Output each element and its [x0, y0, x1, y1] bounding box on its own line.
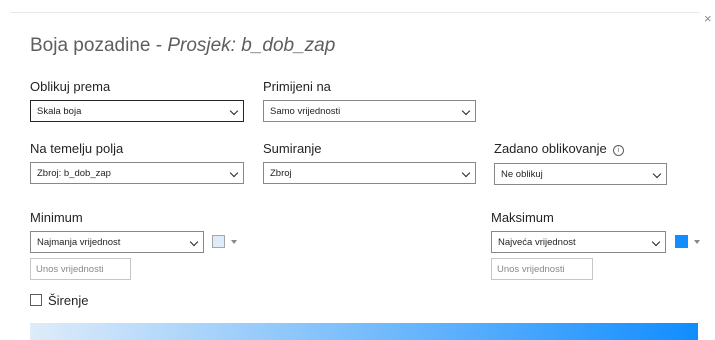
- default-formatting-label: Zadano oblikovanje i: [494, 141, 624, 156]
- minimum-type-dropdown[interactable]: Najmanja vrijednost: [30, 231, 204, 253]
- chevron-down-icon: [189, 237, 199, 247]
- default-formatting-dropdown[interactable]: Ne oblikuj: [494, 163, 667, 185]
- default-formatting-label-text: Zadano oblikovanje: [494, 141, 607, 156]
- diverging-checkbox[interactable]: [30, 294, 42, 306]
- apply-to-value: Samo vrijednosti: [270, 105, 341, 117]
- chevron-down-icon: [461, 106, 471, 116]
- minimum-type-value: Najmanja vrijednost: [37, 236, 121, 248]
- info-icon[interactable]: i: [612, 145, 624, 156]
- minimum-label: Minimum: [30, 210, 83, 225]
- chevron-down-icon: [229, 168, 239, 178]
- maximum-type-value: Najveća vrijednost: [498, 236, 576, 248]
- minimum-color-picker[interactable]: [212, 234, 242, 252]
- maximum-label: Maksimum: [491, 210, 554, 225]
- chevron-down-icon: [652, 169, 662, 179]
- based-on-field-value: Zbroj: b_dob_zap: [37, 167, 111, 179]
- chevron-down-icon: [651, 237, 661, 247]
- summarization-value: Zbroj: [270, 167, 292, 179]
- dialog-top-border: [10, 12, 700, 13]
- format-by-label: Oblikuj prema: [30, 79, 111, 94]
- summarization-dropdown[interactable]: Zbroj: [263, 162, 476, 184]
- maximum-value-input[interactable]: Unos vrijednosti: [491, 258, 593, 280]
- dialog-title-prefix: Boja pozadine -: [30, 35, 168, 56]
- diverging-label: Širenje: [48, 293, 89, 308]
- maximum-type-dropdown[interactable]: Najveća vrijednost: [491, 231, 666, 253]
- apply-to-label: Primijeni na: [263, 79, 331, 94]
- chevron-down-icon: [461, 168, 471, 178]
- default-formatting-value: Ne oblikuj: [501, 168, 543, 180]
- format-by-dropdown[interactable]: Skala boja: [30, 100, 244, 122]
- color-scale-preview: [30, 323, 698, 340]
- based-on-field-label: Na temelju polja: [30, 141, 124, 156]
- dialog-title: Boja pozadine - Prosjek: b_dob_zap: [30, 35, 335, 57]
- minimum-value-input[interactable]: Unos vrijednosti: [30, 258, 131, 280]
- maximum-color-picker[interactable]: [675, 234, 705, 252]
- chevron-down-icon: [229, 106, 239, 116]
- maximum-color-swatch: [675, 235, 688, 248]
- dialog-title-measure: Prosjek: b_dob_zap: [167, 35, 336, 56]
- format-by-value: Skala boja: [37, 105, 82, 117]
- caret-down-icon: [231, 240, 237, 244]
- apply-to-dropdown[interactable]: Samo vrijednosti: [263, 100, 476, 122]
- minimum-color-swatch: [212, 235, 225, 248]
- summarization-label: Sumiranje: [263, 141, 322, 156]
- close-icon[interactable]: ×: [704, 12, 712, 25]
- based-on-field-dropdown[interactable]: Zbroj: b_dob_zap: [30, 162, 244, 184]
- caret-down-icon: [694, 240, 700, 244]
